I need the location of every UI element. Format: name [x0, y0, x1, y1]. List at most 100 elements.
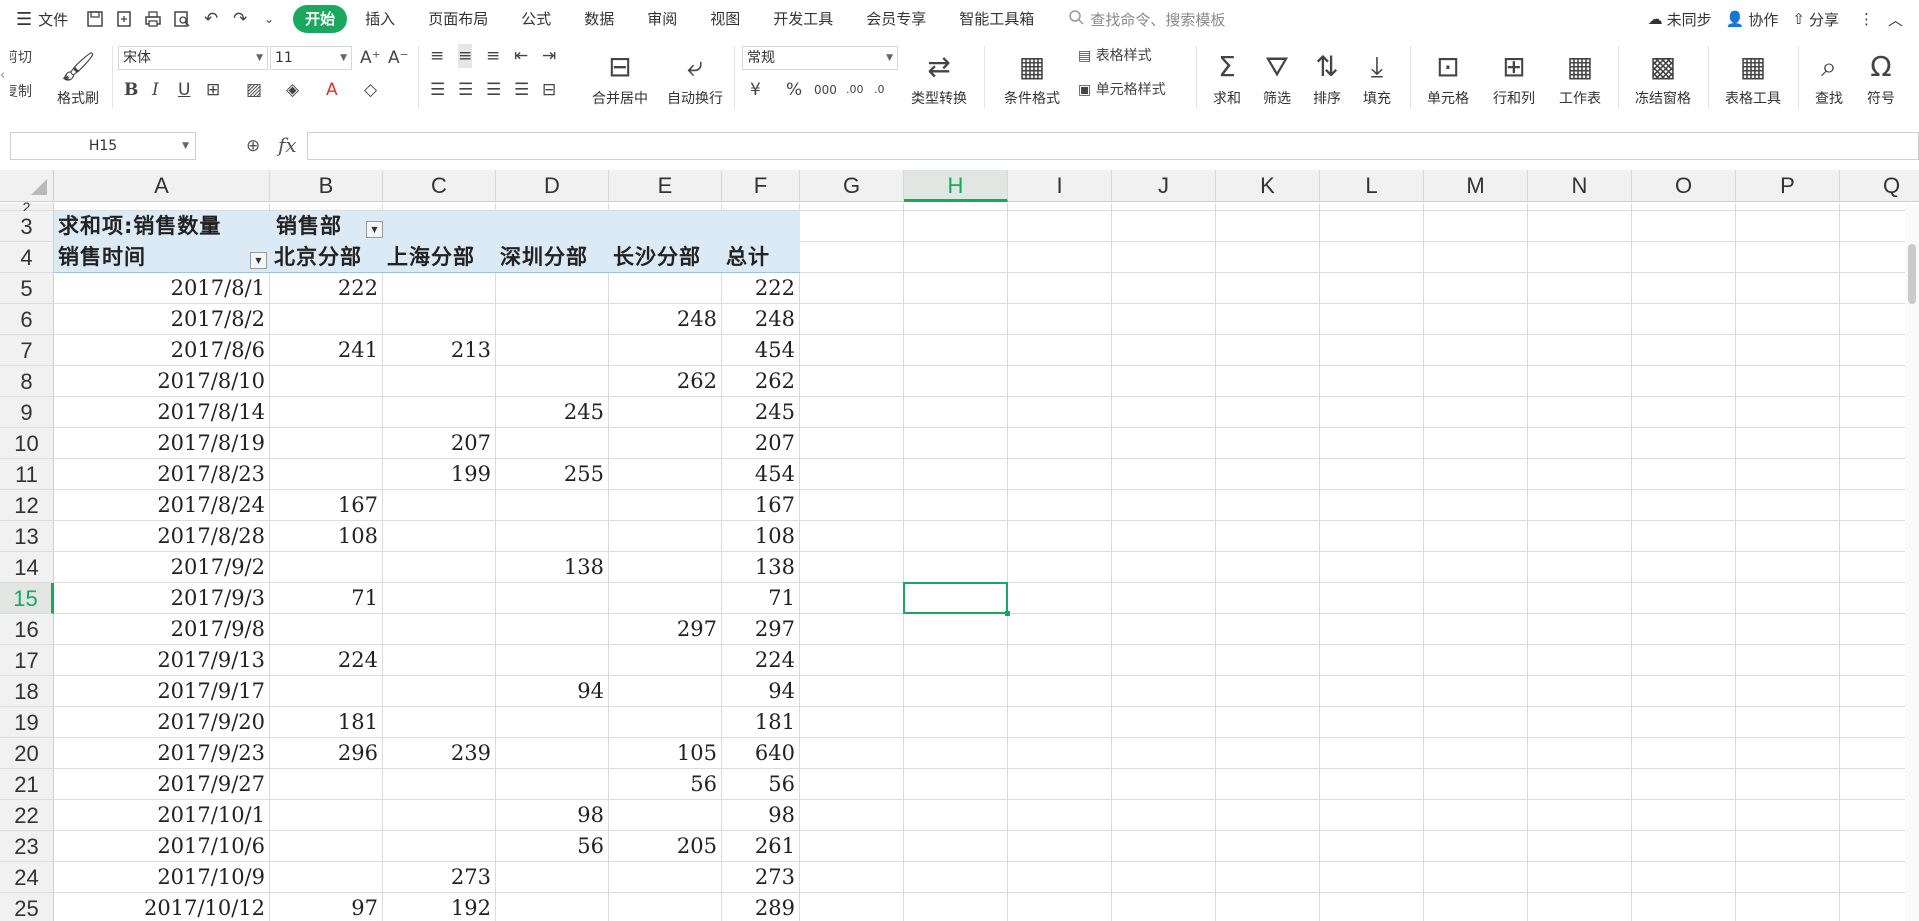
row-header-8[interactable]: 8: [0, 366, 54, 397]
row-header-23[interactable]: 23: [0, 831, 54, 862]
total-cell[interactable]: 454: [722, 335, 800, 366]
collapse-ribbon-icon[interactable]: ︿: [1888, 9, 1903, 30]
value-cell[interactable]: [383, 831, 496, 862]
value-cell[interactable]: 56: [496, 831, 609, 862]
value-cell[interactable]: [270, 800, 383, 831]
value-cell[interactable]: 105: [609, 738, 722, 769]
total-cell[interactable]: 98: [722, 800, 800, 831]
value-cell[interactable]: 199: [383, 459, 496, 490]
date-cell[interactable]: 2017/9/2: [54, 552, 270, 583]
value-cell[interactable]: [383, 304, 496, 335]
more-options-icon[interactable]: ⋮: [1859, 10, 1874, 28]
value-cell[interactable]: 248: [609, 304, 722, 335]
align-top-icon[interactable]: ≡: [430, 44, 444, 68]
tab-view[interactable]: 视图: [695, 5, 755, 33]
total-cell[interactable]: 181: [722, 707, 800, 738]
number-format-select[interactable]: 常规 ▼: [742, 46, 898, 70]
value-cell[interactable]: [383, 490, 496, 521]
total-cell[interactable]: 640: [722, 738, 800, 769]
value-cell[interactable]: [383, 552, 496, 583]
value-cell[interactable]: 205: [609, 831, 722, 862]
date-cell[interactable]: 2017/9/3: [54, 583, 270, 614]
row-header-21[interactable]: 21: [0, 769, 54, 800]
cell-style-icon[interactable]: ▨: [246, 78, 262, 102]
currency-icon[interactable]: ¥: [750, 78, 761, 102]
share-button[interactable]: ⇧ 分享: [1792, 9, 1839, 30]
total-cell[interactable]: 289: [722, 893, 800, 921]
pivot-filter-dropdown-icon[interactable]: ▼: [366, 221, 383, 238]
date-cell[interactable]: 2017/9/8: [54, 614, 270, 645]
find-button[interactable]: ⌕ 查找: [1806, 44, 1852, 108]
clear-format-icon[interactable]: ◇: [364, 78, 377, 102]
column-header-a[interactable]: A: [54, 170, 270, 202]
column-header-j[interactable]: J: [1112, 170, 1216, 202]
value-cell[interactable]: 241: [270, 335, 383, 366]
value-cell[interactable]: [496, 583, 609, 614]
date-cell[interactable]: 2017/9/13: [54, 645, 270, 676]
date-cell[interactable]: 2017/10/9: [54, 862, 270, 893]
value-cell[interactable]: [496, 769, 609, 800]
copy-button[interactable]: 复制: [10, 80, 38, 104]
column-header-e[interactable]: E: [609, 170, 722, 202]
value-cell[interactable]: [496, 490, 609, 521]
thousands-icon[interactable]: 000: [814, 78, 837, 102]
total-cell[interactable]: 56: [722, 769, 800, 800]
value-cell[interactable]: 56: [609, 769, 722, 800]
total-cell[interactable]: 108: [722, 521, 800, 552]
row-header-16[interactable]: 16: [0, 614, 54, 645]
value-cell[interactable]: [609, 397, 722, 428]
value-cell[interactable]: [609, 335, 722, 366]
active-cell-selection[interactable]: [903, 582, 1010, 616]
row-header-13[interactable]: 13: [0, 521, 54, 552]
date-cell[interactable]: 2017/10/12: [54, 893, 270, 921]
tab-smart-tools[interactable]: 智能工具箱: [944, 5, 1049, 33]
pivot-filter-dropdown-icon[interactable]: ▼: [250, 252, 267, 269]
table-style-button[interactable]: ▤ 表格样式: [1078, 44, 1152, 68]
value-cell[interactable]: 245: [496, 397, 609, 428]
tab-data[interactable]: 数据: [569, 5, 629, 33]
value-cell[interactable]: [609, 676, 722, 707]
print-preview-icon[interactable]: [171, 8, 193, 30]
row-header-4[interactable]: 4: [0, 242, 54, 273]
value-cell[interactable]: [496, 893, 609, 921]
total-cell[interactable]: 262: [722, 366, 800, 397]
value-cell[interactable]: [270, 614, 383, 645]
value-cell[interactable]: [496, 521, 609, 552]
value-cell[interactable]: 255: [496, 459, 609, 490]
value-cell[interactable]: [609, 459, 722, 490]
value-cell[interactable]: [270, 831, 383, 862]
tab-formulas[interactable]: 公式: [506, 5, 566, 33]
value-cell[interactable]: 94: [496, 676, 609, 707]
tab-insert[interactable]: 插入: [350, 5, 410, 33]
value-cell[interactable]: 71: [270, 583, 383, 614]
column-header-b[interactable]: B: [270, 170, 383, 202]
date-cell[interactable]: 2017/9/20: [54, 707, 270, 738]
value-cell[interactable]: [270, 459, 383, 490]
column-header-l[interactable]: L: [1320, 170, 1424, 202]
font-name-select[interactable]: 宋体 ▼: [118, 46, 268, 70]
value-cell[interactable]: [383, 614, 496, 645]
distributed-icon[interactable]: ⊟: [542, 78, 556, 102]
row-header-17[interactable]: 17: [0, 645, 54, 676]
align-center-icon[interactable]: ☰: [458, 78, 473, 102]
align-right-icon[interactable]: ☰: [486, 78, 501, 102]
pivot-header-cell[interactable]: 总计: [726, 242, 824, 273]
value-cell[interactable]: [609, 645, 722, 676]
date-cell[interactable]: 2017/9/27: [54, 769, 270, 800]
select-all-corner[interactable]: [0, 170, 54, 202]
value-cell[interactable]: 108: [270, 521, 383, 552]
date-cell[interactable]: 2017/8/23: [54, 459, 270, 490]
value-cell[interactable]: [496, 862, 609, 893]
value-cell[interactable]: [270, 769, 383, 800]
row-header-9[interactable]: 9: [0, 397, 54, 428]
date-cell[interactable]: 2017/9/23: [54, 738, 270, 769]
value-cell[interactable]: [383, 800, 496, 831]
command-search[interactable]: 查找命令、搜索模板: [1068, 9, 1225, 30]
value-cell[interactable]: [609, 583, 722, 614]
align-middle-icon[interactable]: ≡: [458, 44, 473, 68]
type-convert-button[interactable]: ⇄ 类型转换: [904, 44, 974, 108]
align-bottom-icon[interactable]: ≡: [486, 44, 500, 68]
save-icon[interactable]: [84, 8, 106, 30]
date-cell[interactable]: 2017/8/6: [54, 335, 270, 366]
value-cell[interactable]: [270, 304, 383, 335]
